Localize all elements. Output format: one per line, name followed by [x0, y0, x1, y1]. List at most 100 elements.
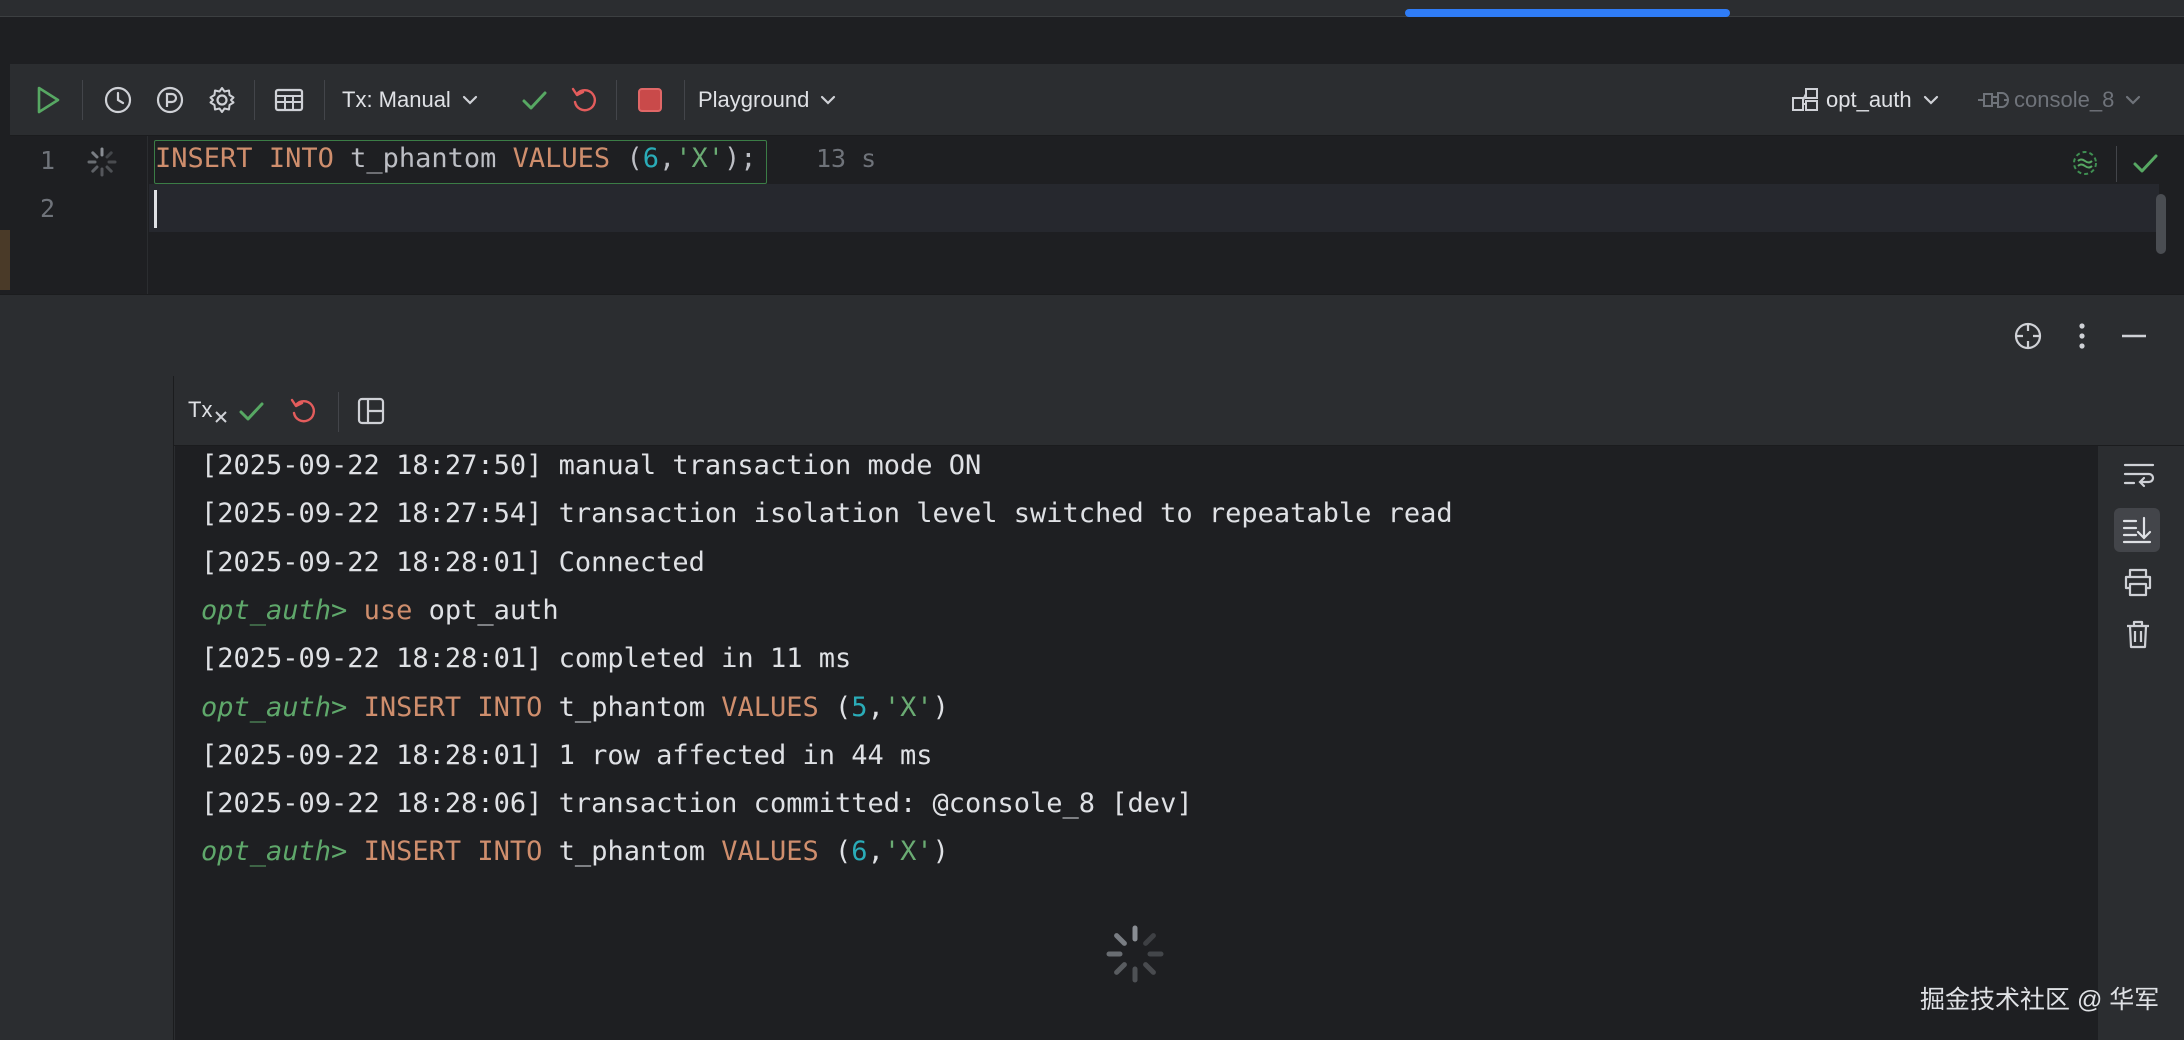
table-icon [274, 88, 304, 112]
console-line: opt_auth> INSERT INTO t_phantom VALUES (… [201, 836, 949, 867]
code-token: INTO [477, 692, 543, 723]
console-output[interactable]: [2025-09-22 18:27:50] manual transaction… [175, 446, 2098, 1040]
code-token: opt_auth> [201, 692, 348, 723]
code-token: INSERT [363, 836, 462, 867]
code-token: t_phantom [333, 143, 513, 174]
toolbar-separator [82, 80, 83, 120]
soft-wrap-icon[interactable] [2121, 458, 2157, 490]
check-icon [522, 91, 547, 110]
current-line-highlight [149, 184, 2159, 232]
console-line: opt_auth> INSERT INTO t_phantom VALUES (… [201, 692, 949, 723]
code-token: ( [818, 692, 852, 723]
schema-label: opt_auth [1826, 87, 1912, 112]
results-grid-button[interactable] [266, 64, 312, 136]
scroll-to-end-icon [2122, 516, 2152, 544]
console-line: [2025-09-22 18:28:01] completed in 11 ms [201, 643, 851, 674]
code-line-1[interactable]: INSERT INTO t_phantom VALUES (6,'X'); [155, 143, 757, 174]
toolbar-separator [324, 80, 325, 120]
toolbar-separator [338, 392, 339, 432]
code-token: INSERT [155, 143, 253, 174]
console-side-toolbar [2098, 446, 2184, 1040]
code-token: 'X' [883, 692, 933, 723]
side-tab-marker [0, 230, 10, 290]
code-token: 6 [642, 143, 659, 174]
line-number: 1 [40, 146, 56, 175]
check-icon [2133, 154, 2158, 173]
console-line: [2025-09-22 18:27:54] transaction isolat… [201, 498, 1453, 529]
editor-scrollbar[interactable] [2156, 194, 2166, 254]
code-token: [2025-09-22 18:27:50] manual transaction… [201, 450, 982, 481]
code-token: t_phantom [542, 692, 722, 723]
code-token: [2025-09-22 18:28:01] 1 row affected in … [201, 740, 933, 771]
code-token: ( [818, 836, 852, 867]
code-token: [2025-09-22 18:28:01] Connected [201, 547, 705, 578]
chevron-down-icon [2126, 95, 2141, 105]
layout-icon[interactable] [356, 396, 386, 426]
services-panel-header [0, 294, 2184, 376]
settings-button[interactable] [202, 64, 242, 136]
session-selector[interactable]: console_8 [1976, 64, 2156, 136]
rollback-button[interactable] [562, 64, 606, 136]
schema-selector[interactable]: opt_auth [1790, 64, 1950, 136]
code-token: [2025-09-22 18:28:01] completed in 11 ms [201, 643, 852, 674]
crosshair-icon[interactable] [2012, 320, 2044, 352]
stop-icon [638, 88, 662, 112]
clock-icon [104, 86, 132, 114]
code-token: 'X' [883, 836, 933, 867]
chevron-down-icon [462, 95, 477, 105]
code-token: , [867, 836, 884, 867]
console-line: [2025-09-22 18:28:01] 1 row affected in … [201, 740, 933, 771]
code-token: INSERT [363, 692, 462, 723]
console-line: [2025-09-22 18:28:06] transaction commit… [201, 788, 1193, 819]
line-number: 2 [40, 194, 56, 223]
commit-button[interactable] [512, 64, 556, 136]
print-icon[interactable] [2121, 566, 2155, 598]
code-token: opt_auth> [201, 595, 348, 626]
stop-button[interactable] [628, 64, 672, 136]
minimize-icon[interactable] [2118, 320, 2150, 352]
code-token: ( [610, 143, 643, 174]
history-button[interactable] [98, 64, 138, 136]
chevron-down-icon [821, 95, 836, 105]
playground-label: Playground [698, 87, 810, 112]
plug-icon [1978, 92, 2009, 108]
explain-plan-button[interactable] [150, 64, 190, 136]
session-label: console_8 [2014, 87, 2115, 112]
playground-dropdown[interactable]: Playground [698, 64, 868, 136]
auto-icon [215, 411, 227, 423]
ai-assist-icon[interactable] [2070, 148, 2100, 178]
check-icon[interactable] [236, 396, 266, 426]
scroll-to-end-button[interactable] [2114, 508, 2160, 552]
tx-mode-label: Tx: Manual [342, 87, 451, 112]
more-vertical-icon[interactable] [2068, 320, 2096, 352]
tx-label[interactable]: Tx [188, 397, 212, 423]
code-token: , [658, 143, 676, 174]
code-token: use [363, 595, 413, 626]
console-line: [2025-09-22 18:27:50] manual transaction… [201, 450, 981, 481]
code-token: INTO [268, 143, 334, 174]
tx-mode-dropdown[interactable]: Tx: Manual [342, 64, 502, 136]
code-token: 6 [851, 836, 868, 867]
sql-editor[interactable]: 1 2 INSERT INTO t_phantom VALUES (6,'X')… [10, 136, 2184, 294]
execute-button[interactable] [26, 64, 70, 136]
running-spinner-icon [87, 147, 117, 177]
code-token: VALUES [721, 692, 819, 723]
watermark: 掘金技术社区 @ 华军 [1920, 986, 2160, 1014]
toolbar-separator [2116, 146, 2117, 182]
code-token: t_phantom [542, 836, 722, 867]
code-token: ) [932, 836, 949, 867]
code-token: ); [724, 143, 757, 174]
undo-icon[interactable] [288, 396, 318, 426]
code-token: VALUES [721, 836, 819, 867]
text-cursor [154, 190, 157, 228]
play-icon [37, 86, 60, 114]
trash-icon[interactable] [2123, 618, 2153, 650]
services-panel: Tx [2025-09-22 18:27:50] manual transact… [0, 376, 2184, 1040]
progress-indicator [1405, 9, 1730, 17]
